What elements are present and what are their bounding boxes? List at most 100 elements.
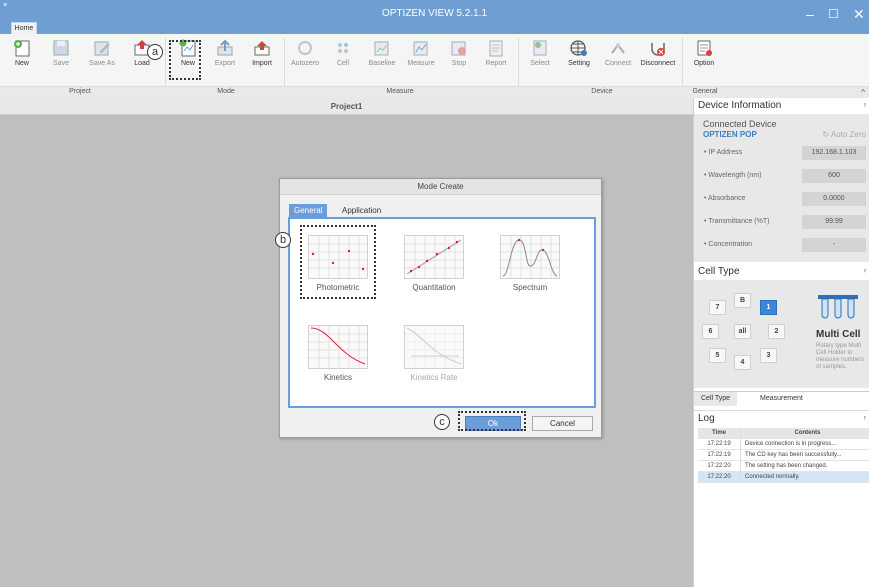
cell-button-7[interactable]: 7: [709, 300, 726, 315]
holder-description: Rotary type Multi Cell Holder to measure…: [816, 343, 865, 370]
transmittance-value: 99.99: [802, 215, 866, 229]
cell-button-3[interactable]: 3: [760, 348, 777, 363]
mode-spectrum[interactable]: Spectrum: [494, 227, 566, 297]
photometric-icon: [309, 236, 367, 278]
report-button[interactable]: Report: [481, 39, 511, 73]
baseline-icon: [374, 41, 389, 56]
export-icon: [217, 39, 233, 56]
mode-kinetics[interactable]: Kinetics: [302, 317, 374, 387]
concentration-value: -: [802, 238, 866, 252]
tab-general[interactable]: General: [289, 204, 328, 218]
select-icon: [533, 40, 547, 56]
group-label-measure: Measure: [386, 88, 414, 95]
log-row[interactable]: 17:22:19 The CD key has been successfull…: [698, 450, 869, 461]
autozero-button[interactable]: Autozero: [288, 39, 322, 73]
group-label-device: Device: [591, 88, 613, 95]
autozero-icon: [298, 41, 312, 55]
project-new-button[interactable]: New: [10, 39, 34, 73]
group-label-project: Project: [69, 88, 91, 95]
stop-icon: [451, 41, 466, 56]
group-separator: [165, 38, 166, 92]
wavelength-label: • Wavelength (nm): [704, 172, 762, 179]
log-row[interactable]: 17:22:20 The setting has been changed.: [698, 461, 869, 472]
cell-type-panel: 7 B 1 6 all 2 5 4 3 Multi Cell Rotary ty…: [694, 280, 869, 388]
import-icon: [254, 41, 270, 56]
save-as-icon: [94, 41, 110, 56]
measure-button[interactable]: Measure: [404, 39, 438, 73]
baseline-button[interactable]: Baseline: [366, 39, 398, 73]
tab-application[interactable]: Application: [337, 204, 386, 218]
device-connect-button[interactable]: Connect: [602, 39, 634, 73]
device-setting-button[interactable]: Setting: [563, 39, 595, 73]
mode-photometric[interactable]: Photometric: [300, 225, 376, 299]
option-icon: [697, 40, 712, 56]
device-info-header: Device Information ᵖ: [694, 98, 869, 114]
test-tube-icon: [818, 295, 858, 319]
callout-a: a: [147, 44, 163, 60]
pin-icon[interactable]: ᵖ: [864, 98, 866, 114]
title-bar: ≡ OPTIZEN VIEW 5.2.1.1 – ☐ ✕ Home: [0, 0, 869, 34]
log-row[interactable]: 17:22:20 Connected normally.: [698, 472, 869, 483]
mode-list: Photometric Quantitation Spectrum Kineti…: [288, 217, 596, 408]
kinetics-rate-thumbnail: [404, 325, 464, 369]
refresh-icon: ↻: [822, 130, 831, 139]
project-save-button[interactable]: Save: [48, 39, 74, 73]
tab-cell-type[interactable]: Cell Type: [694, 392, 738, 406]
auto-zero-button[interactable]: ↻ Auto Zero: [822, 130, 866, 139]
tab-home[interactable]: Home: [11, 22, 37, 34]
ribbon-collapse-icon[interactable]: ^: [861, 88, 865, 97]
log-col-time: Time: [698, 428, 741, 439]
cancel-button[interactable]: Cancel: [532, 416, 593, 431]
ip-address-label: • IP Address: [704, 149, 743, 156]
globe-setting-icon: [570, 40, 587, 56]
maximize-icon[interactable]: ☐: [828, 7, 839, 21]
callout-b: b: [275, 232, 291, 248]
group-label-general: General: [692, 88, 718, 95]
log-header: Log ᵖ: [694, 410, 869, 426]
cell-icon: [338, 43, 348, 53]
measure-icon: [413, 41, 428, 56]
device-name: OPTIZEN POP: [703, 130, 757, 139]
ip-address-value: 192.168.1.103: [802, 146, 866, 160]
cell-button[interactable]: Cell: [331, 39, 355, 73]
mode-quantitation[interactable]: Quantitation: [398, 227, 470, 297]
close-icon[interactable]: ✕: [853, 6, 865, 23]
holder-name: Multi Cell: [816, 329, 861, 340]
device-select-button[interactable]: Select: [527, 39, 553, 73]
quantitation-icon: [405, 236, 463, 278]
option-button[interactable]: Option: [692, 39, 716, 73]
pin-icon[interactable]: ᵖ: [864, 264, 866, 280]
kinetics-rate-icon: [405, 326, 463, 368]
report-icon: [489, 40, 503, 57]
concentration-label: • Concentration: [704, 241, 752, 248]
cell-button-5[interactable]: 5: [709, 348, 726, 363]
cell-button-2[interactable]: 2: [768, 324, 785, 339]
log-table: Time Contents 17:22:19 Device connection…: [698, 428, 869, 483]
cell-button-1[interactable]: 1: [760, 300, 777, 315]
minimize-icon[interactable]: –: [806, 6, 814, 22]
cell-button-4[interactable]: 4: [734, 355, 751, 370]
group-separator: [284, 38, 285, 92]
callout-c: c: [434, 414, 450, 430]
log-row[interactable]: 17:22:19 Device connection is in progres…: [698, 439, 869, 450]
pin-icon[interactable]: ᵖ: [864, 411, 866, 427]
mode-kinetics-rate[interactable]: Kinetics Rate: [398, 317, 470, 387]
stop-button[interactable]: Stop: [447, 39, 471, 73]
highlight-ok-button: [458, 411, 526, 431]
transmittance-label: • Transmittance (%T): [704, 218, 770, 225]
mode-export-button[interactable]: Export: [211, 39, 239, 73]
cell-button-6[interactable]: 6: [702, 324, 719, 339]
group-separator: [682, 38, 683, 92]
device-disconnect-button[interactable]: Disconnect: [638, 39, 678, 73]
new-project-icon: [14, 40, 30, 57]
document-tab[interactable]: Project1: [0, 98, 693, 115]
disconnect-icon: [651, 43, 665, 56]
spectrum-icon: [501, 236, 559, 278]
photometric-thumbnail: [308, 235, 368, 279]
tab-measurement[interactable]: Measurement: [753, 392, 810, 406]
cell-button-all[interactable]: all: [734, 324, 751, 339]
project-save-as-button[interactable]: Save As: [86, 39, 118, 73]
mode-import-button[interactable]: Import: [248, 39, 276, 73]
save-icon: [53, 40, 69, 56]
cell-button-b[interactable]: B: [734, 293, 751, 308]
